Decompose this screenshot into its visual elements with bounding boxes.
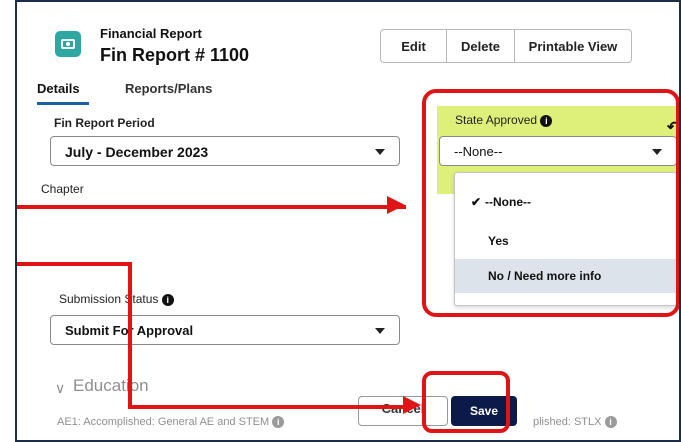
tab-details[interactable]: Details — [37, 81, 80, 96]
annotation-arrow-line — [17, 205, 406, 209]
financial-report-icon — [55, 31, 81, 57]
object-label: Financial Report — [100, 26, 202, 41]
action-button-group: Edit Delete Printable View — [380, 29, 632, 63]
edit-button[interactable]: Edit — [381, 30, 447, 62]
fin-report-period-select[interactable]: July - December 2023 — [50, 136, 400, 166]
active-tab-indicator — [37, 102, 89, 105]
submission-status-select[interactable]: Submit For Approval — [50, 315, 400, 345]
info-icon: i — [604, 416, 617, 429]
tab-reports-plans[interactable]: Reports/Plans — [125, 81, 212, 96]
footer-right-text: plished: STLX i — [533, 416, 617, 429]
annotation-box-save — [422, 371, 510, 433]
delete-button[interactable]: Delete — [447, 30, 515, 62]
chapter-label: Chapter — [41, 182, 84, 196]
annotation-arrow-line — [17, 262, 132, 266]
annotation-box-state-approved — [422, 89, 679, 317]
record-title: Fin Report # 1100 — [100, 45, 250, 65]
annotation-arrow-line — [128, 262, 132, 409]
info-icon: i — [272, 416, 285, 429]
chevron-down-icon[interactable]: ∨ — [55, 380, 65, 397]
printable-view-button[interactable]: Printable View — [515, 30, 631, 62]
annotation-arrow-line — [128, 405, 408, 409]
footer-left-text: AE1: Accomplished: General AE and STEM i — [57, 416, 285, 429]
fin-report-period-label: Fin Report Period — [54, 116, 155, 130]
record-page: Financial Report Fin Report # 1100 Edit … — [15, 0, 681, 442]
fin-report-period-value: July - December 2023 — [65, 144, 209, 160]
info-icon: i — [161, 293, 174, 306]
chevron-down-icon — [375, 328, 385, 334]
chevron-down-icon — [375, 149, 385, 155]
record-header: Financial Report Fin Report # 1100 Edit … — [17, 2, 679, 78]
section-title[interactable]: Education — [73, 376, 149, 396]
submission-status-label: Submission Status i — [59, 292, 174, 306]
